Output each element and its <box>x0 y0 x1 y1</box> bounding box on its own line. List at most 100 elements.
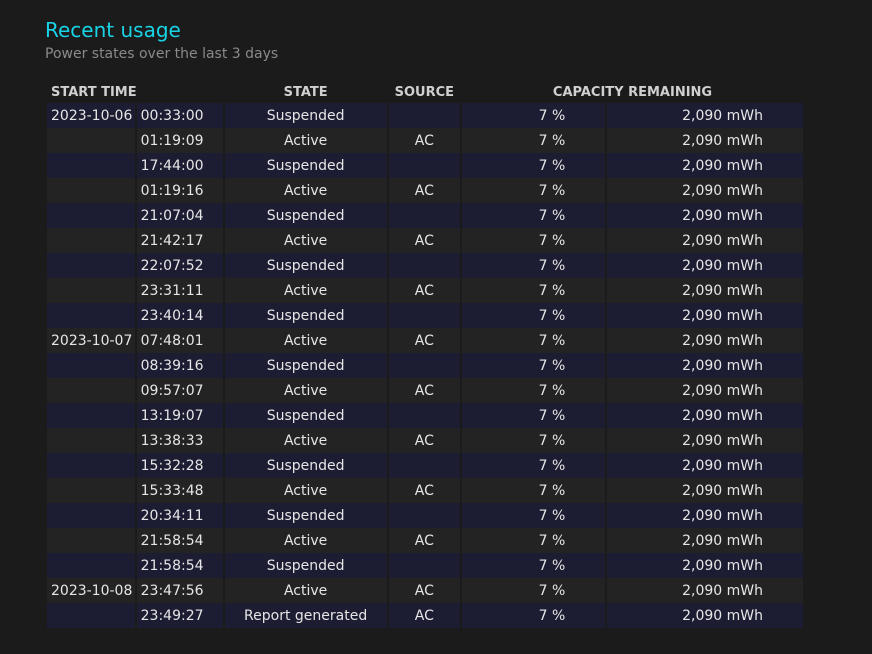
start-date-cell <box>47 203 135 228</box>
capacity-mwh-cell: 2,090 mWh <box>607 228 803 253</box>
table-row: 23:31:11 Active AC 7 % 2,090 mWh <box>47 278 803 303</box>
capacity-mwh-cell: 2,090 mWh <box>607 603 803 628</box>
capacity-percent-cell: 7 % <box>462 403 606 428</box>
capacity-percent-cell: 7 % <box>462 553 606 578</box>
table-row: 22:07:52 Suspended 7 % 2,090 mWh <box>47 253 803 278</box>
state-cell: Suspended <box>224 153 387 178</box>
table-row: 01:19:16 Active AC 7 % 2,090 mWh <box>47 178 803 203</box>
state-cell: Suspended <box>224 253 387 278</box>
source-cell: AC <box>388 178 461 203</box>
start-time-cell: 08:39:16 <box>136 353 223 378</box>
capacity-percent-cell: 7 % <box>462 578 606 603</box>
capacity-mwh-cell: 2,090 mWh <box>607 353 803 378</box>
table-header-row: START TIME STATE SOURCE CAPACITY REMAINI… <box>47 74 803 103</box>
state-cell: Report generated <box>224 603 387 628</box>
section-title: Recent usage <box>45 18 181 42</box>
start-date-cell: 2023-10-06 <box>47 103 135 128</box>
source-cell: AC <box>388 278 461 303</box>
source-cell <box>388 453 461 478</box>
start-date-cell <box>47 478 135 503</box>
source-cell: AC <box>388 578 461 603</box>
source-cell <box>388 153 461 178</box>
column-header-start-time: START TIME <box>51 85 137 100</box>
start-time-cell: 01:19:09 <box>136 128 223 153</box>
capacity-percent-cell: 7 % <box>462 328 606 353</box>
state-cell: Suspended <box>224 553 387 578</box>
state-cell: Active <box>224 528 387 553</box>
start-time-cell: 22:07:52 <box>136 253 223 278</box>
capacity-percent-cell: 7 % <box>462 253 606 278</box>
source-cell <box>388 203 461 228</box>
start-time-cell: 20:34:11 <box>136 503 223 528</box>
state-cell: Suspended <box>224 203 387 228</box>
start-date-cell: 2023-10-08 <box>47 578 135 603</box>
source-cell: AC <box>388 428 461 453</box>
start-time-cell: 23:31:11 <box>136 278 223 303</box>
table-row: 15:33:48 Active AC 7 % 2,090 mWh <box>47 478 803 503</box>
state-cell: Suspended <box>224 453 387 478</box>
capacity-percent-cell: 7 % <box>462 503 606 528</box>
start-time-cell: 21:58:54 <box>136 528 223 553</box>
capacity-percent-cell: 7 % <box>462 478 606 503</box>
state-cell: Active <box>224 428 387 453</box>
table-row: 20:34:11 Suspended 7 % 2,090 mWh <box>47 503 803 528</box>
start-date-cell <box>47 503 135 528</box>
start-time-cell: 23:40:14 <box>136 303 223 328</box>
capacity-mwh-cell: 2,090 mWh <box>607 453 803 478</box>
capacity-percent-cell: 7 % <box>462 428 606 453</box>
column-header-source: SOURCE <box>394 85 455 100</box>
start-date-cell <box>47 153 135 178</box>
capacity-mwh-cell: 2,090 mWh <box>607 478 803 503</box>
table-row: 09:57:07 Active AC 7 % 2,090 mWh <box>47 378 803 403</box>
start-date-cell: 2023-10-07 <box>47 328 135 353</box>
table-row: 2023-10-07 07:48:01 Active AC 7 % 2,090 mWh <box>47 328 803 353</box>
source-cell <box>388 503 461 528</box>
start-time-cell: 23:47:56 <box>136 578 223 603</box>
capacity-mwh-cell: 2,090 mWh <box>607 503 803 528</box>
column-header-capacity-remaining: CAPACITY REMAINING <box>552 85 713 100</box>
source-cell <box>388 303 461 328</box>
start-time-cell: 21:07:04 <box>136 203 223 228</box>
source-cell: AC <box>388 603 461 628</box>
table-row: 15:32:28 Suspended 7 % 2,090 mWh <box>47 453 803 478</box>
start-time-cell: 09:57:07 <box>136 378 223 403</box>
start-date-cell <box>47 228 135 253</box>
table-row: 23:49:27 Report generated AC 7 % 2,090 mWh <box>47 603 803 628</box>
table-row: 08:39:16 Suspended 7 % 2,090 mWh <box>47 353 803 378</box>
source-cell <box>388 403 461 428</box>
capacity-percent-cell: 7 % <box>462 278 606 303</box>
start-date-cell <box>47 453 135 478</box>
start-date-cell <box>47 378 135 403</box>
start-date-cell <box>47 178 135 203</box>
capacity-mwh-cell: 2,090 mWh <box>607 403 803 428</box>
start-date-cell <box>47 553 135 578</box>
table-row: 2023-10-06 00:33:00 Suspended 7 % 2,090 mWh <box>47 103 803 128</box>
state-cell: Active <box>224 278 387 303</box>
start-date-cell <box>47 403 135 428</box>
table-row: 01:19:09 Active AC 7 % 2,090 mWh <box>47 128 803 153</box>
capacity-percent-cell: 7 % <box>462 128 606 153</box>
capacity-percent-cell: 7 % <box>462 203 606 228</box>
table-row: 21:07:04 Suspended 7 % 2,090 mWh <box>47 203 803 228</box>
capacity-mwh-cell: 2,090 mWh <box>607 578 803 603</box>
start-time-cell: 00:33:00 <box>136 103 223 128</box>
capacity-percent-cell: 7 % <box>462 603 606 628</box>
start-time-cell: 13:38:33 <box>136 428 223 453</box>
column-header-state: STATE <box>283 85 328 100</box>
table-row: 2023-10-08 23:47:56 Active AC 7 % 2,090 mWh <box>47 578 803 603</box>
capacity-mwh-cell: 2,090 mWh <box>607 378 803 403</box>
state-cell: Suspended <box>224 353 387 378</box>
capacity-percent-cell: 7 % <box>462 378 606 403</box>
state-cell: Active <box>224 128 387 153</box>
start-time-cell: 13:19:07 <box>136 403 223 428</box>
start-date-cell <box>47 303 135 328</box>
source-cell: AC <box>388 378 461 403</box>
capacity-percent-cell: 7 % <box>462 528 606 553</box>
state-cell: Active <box>224 178 387 203</box>
start-time-cell: 15:32:28 <box>136 453 223 478</box>
capacity-mwh-cell: 2,090 mWh <box>607 278 803 303</box>
start-time-cell: 21:42:17 <box>136 228 223 253</box>
capacity-percent-cell: 7 % <box>462 153 606 178</box>
state-cell: Active <box>224 328 387 353</box>
capacity-percent-cell: 7 % <box>462 353 606 378</box>
